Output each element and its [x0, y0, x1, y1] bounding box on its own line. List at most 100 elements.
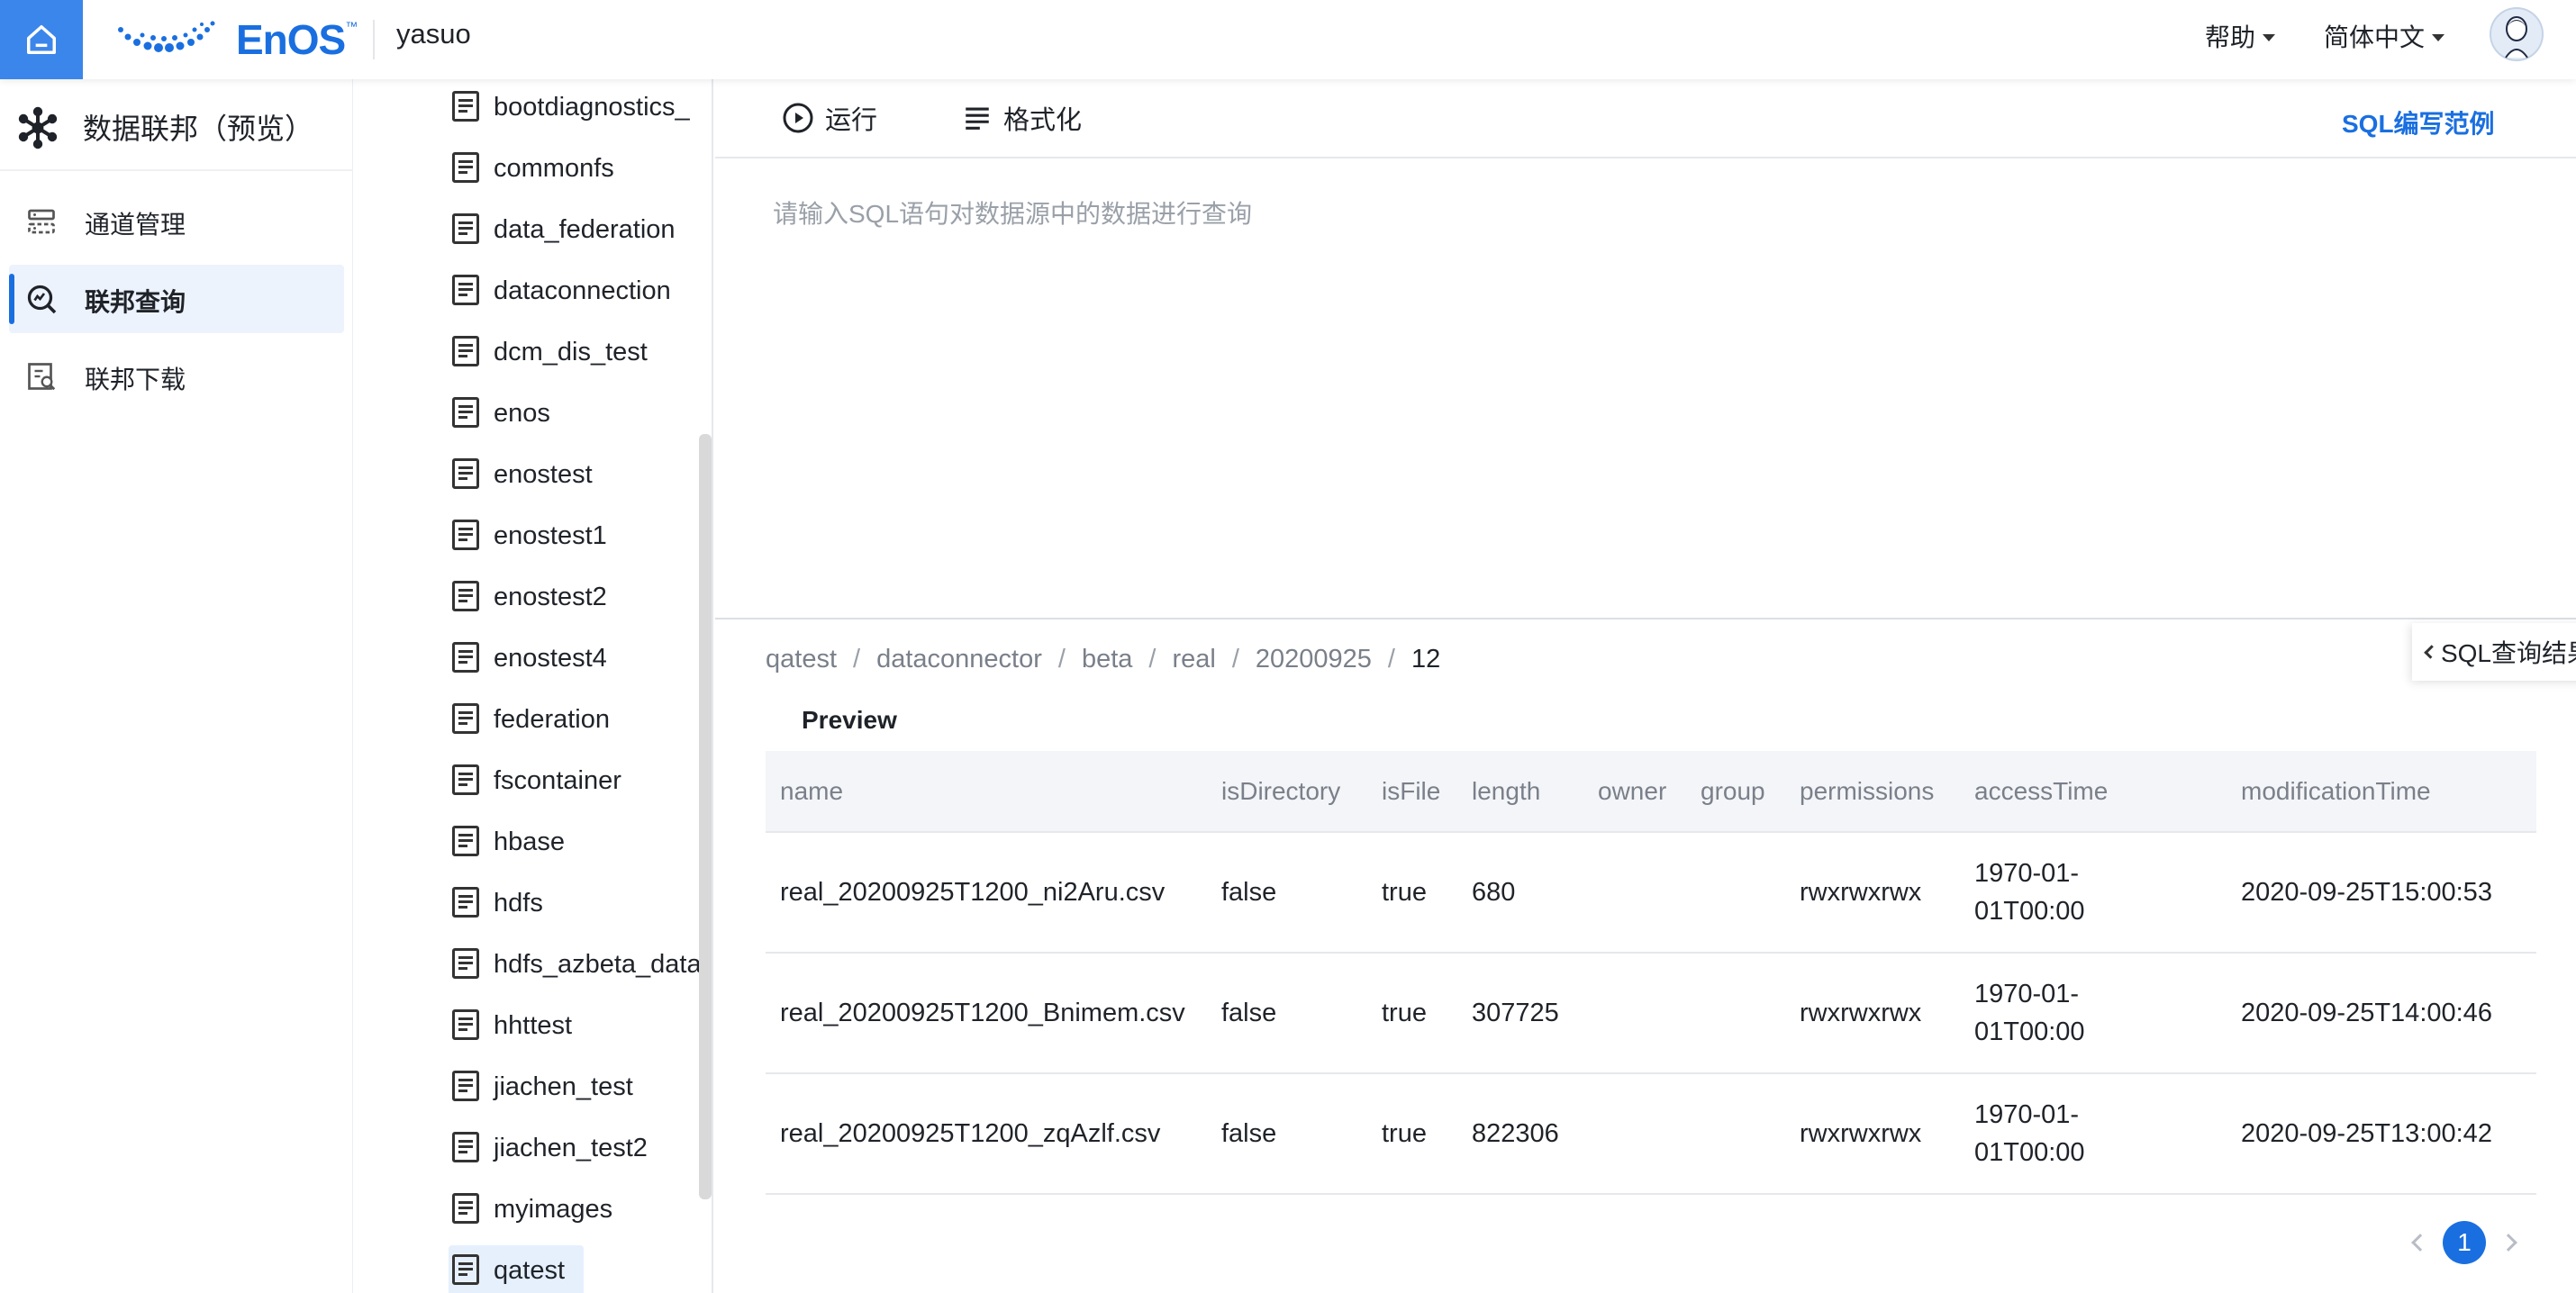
- tree-item-label: jiachen_test2: [494, 1134, 648, 1162]
- breadcrumb-item[interactable]: qatest: [766, 645, 837, 674]
- format-button[interactable]: 格式化: [962, 99, 1082, 137]
- tree-item[interactable]: enostest: [449, 449, 701, 500]
- tree-item[interactable]: commonfs: [449, 143, 701, 194]
- nav-item-federated-query[interactable]: 联邦查询: [9, 265, 344, 333]
- table-cell: real_20200925T1200_Bnimem.csv: [766, 953, 1207, 1074]
- table-icon: [452, 397, 479, 428]
- breadcrumb-item[interactable]: 20200925: [1256, 645, 1372, 674]
- left-navigation: 数据联邦（预览） 通道管理 联邦查询 联邦下载: [0, 79, 353, 1293]
- help-caret-icon: [2263, 34, 2276, 41]
- tree-item[interactable]: myimages: [449, 1184, 701, 1234]
- table-cell: 1970-01-01T00:00: [1960, 832, 2227, 954]
- table-cell: 2020-09-25T14:00:46: [2227, 953, 2536, 1074]
- nav-item-label: 联邦查询: [85, 288, 186, 316]
- run-button[interactable]: 运行: [782, 99, 877, 137]
- table-tree: bootdiagnostics_ commonfs data_federationd…: [353, 79, 713, 1293]
- breadcrumb-separator: /: [853, 645, 861, 674]
- tree-item-label: hhttest: [494, 1011, 573, 1040]
- tree-item[interactable]: fscontainer: [449, 755, 701, 806]
- avatar-icon: [2490, 7, 2544, 61]
- table-cell: rwxrwxrwx: [1785, 832, 1960, 954]
- tree-item[interactable]: jiachen_test: [449, 1062, 701, 1112]
- column-header: isDirectory: [1207, 751, 1367, 833]
- table-cell: 680: [1457, 832, 1583, 954]
- tree-item-label: hbase: [494, 827, 566, 856]
- editor-toolbar: 运行 格式化: [715, 79, 2576, 158]
- column-header: name: [766, 751, 1207, 833]
- tree-item-label: commonfs: [494, 154, 614, 183]
- tree-item[interactable]: hdfs: [449, 878, 701, 928]
- tree-item-label: dataconnection: [494, 276, 671, 305]
- breadcrumb-separator: /: [1148, 645, 1156, 674]
- tree-item[interactable]: enostest1: [449, 511, 701, 561]
- tree-item[interactable]: data_federation: [449, 204, 701, 255]
- table-row[interactable]: real_20200925T1200_Bnimem.csv false true 30…: [766, 953, 2536, 1074]
- header-divider: [373, 20, 375, 59]
- sql-example-link[interactable]: SQL编写范例: [2342, 104, 2495, 140]
- table-cell: real_20200925T1200_zqAzlf.csv: [766, 1073, 1207, 1195]
- table-cell: rwxrwxrwx: [1785, 1073, 1960, 1195]
- breadcrumb-item[interactable]: beta: [1082, 645, 1132, 674]
- column-header: accessTime: [1960, 751, 2227, 833]
- run-label: 运行: [825, 106, 878, 135]
- play-circle-icon: [783, 103, 813, 133]
- breadcrumb-item[interactable]: dataconnector: [876, 645, 1042, 674]
- tree-item-label: fscontainer: [494, 766, 621, 795]
- tree-item-label: hdfs: [494, 889, 543, 918]
- table-cell: true: [1367, 832, 1457, 954]
- column-header: owner: [1583, 751, 1686, 833]
- table-cell: [1583, 1073, 1686, 1195]
- tree-item-label: enostest1: [494, 521, 607, 550]
- table-cell: 1970-01-01T00:00: [1960, 953, 2227, 1074]
- table-cell: false: [1207, 953, 1367, 1074]
- tree-item[interactable]: hbase: [449, 817, 701, 867]
- table-icon: [452, 703, 479, 734]
- federation-icon: [18, 106, 58, 149]
- tree-item[interactable]: federation: [449, 694, 701, 745]
- tree-item[interactable]: enostest2: [449, 572, 701, 622]
- sql-result-tab[interactable]: SQL查询结果: [2412, 623, 2576, 681]
- tree-item[interactable]: hdfs_azbeta_data: [449, 939, 701, 990]
- tree-item[interactable]: dcm_dis_test: [449, 327, 701, 377]
- workspace-name[interactable]: yasuo: [396, 18, 471, 50]
- tree-scrollbar[interactable]: [699, 434, 712, 1199]
- help-label: 帮助: [2205, 23, 2256, 51]
- nav-item-channel-management[interactable]: 通道管理: [9, 187, 344, 256]
- tree-item-label: federation: [494, 705, 610, 734]
- table-cell: true: [1367, 1073, 1457, 1195]
- tree-item[interactable]: qatest: [449, 1245, 584, 1293]
- tree-item[interactable]: bootdiagnostics_: [449, 82, 701, 132]
- language-menu[interactable]: 简体中文: [2324, 18, 2445, 54]
- pagination: 1: [2411, 1221, 2517, 1264]
- files-table: name isDirectory isFile length owner group per…: [766, 751, 2536, 1195]
- tree-item[interactable]: enos: [449, 388, 701, 439]
- table-cell: false: [1207, 832, 1367, 954]
- logo-dots-icon: [118, 21, 215, 52]
- tree-item[interactable]: dataconnection: [449, 266, 701, 316]
- user-avatar[interactable]: [2490, 7, 2544, 61]
- breadcrumb-item[interactable]: real: [1172, 645, 1215, 674]
- home-button[interactable]: [0, 0, 83, 79]
- nav-item-federated-download[interactable]: 联邦下载: [9, 342, 344, 411]
- download-icon: [28, 363, 56, 391]
- enos-logo[interactable]: EnOS™: [115, 13, 358, 67]
- sql-editor[interactable]: 请输入SQL语句对数据源中的数据进行查询: [715, 158, 2576, 619]
- page-number-current[interactable]: 1: [2443, 1221, 2486, 1264]
- tree-item-label: bootdiagnostics_: [494, 93, 690, 122]
- tree-item-label: enostest: [494, 460, 593, 489]
- table-row[interactable]: real_20200925T1200_zqAzlf.csv false true 82…: [766, 1073, 2536, 1195]
- tree-item-label: enostest4: [494, 644, 607, 673]
- help-menu[interactable]: 帮助: [2205, 18, 2276, 54]
- tree-item[interactable]: hhttest: [449, 1000, 701, 1051]
- next-page-icon[interactable]: [2499, 1234, 2517, 1252]
- table-cell: rwxrwxrwx: [1785, 953, 1960, 1074]
- table-row[interactable]: real_20200925T1200_ni2Aru.csv false true 68…: [766, 832, 2536, 954]
- tree-item[interactable]: enostest4: [449, 633, 701, 683]
- tree-item[interactable]: jiachen_test2: [449, 1123, 701, 1173]
- tree-item-label: jiachen_test: [494, 1072, 633, 1101]
- tree-item-label: myimages: [494, 1195, 613, 1224]
- breadcrumb: qatest / dataconnector / beta / real / 20200925 /…: [766, 645, 1440, 674]
- column-header: modificationTime: [2227, 751, 2536, 833]
- table-icon: [452, 152, 479, 183]
- prev-page-icon[interactable]: [2411, 1234, 2429, 1252]
